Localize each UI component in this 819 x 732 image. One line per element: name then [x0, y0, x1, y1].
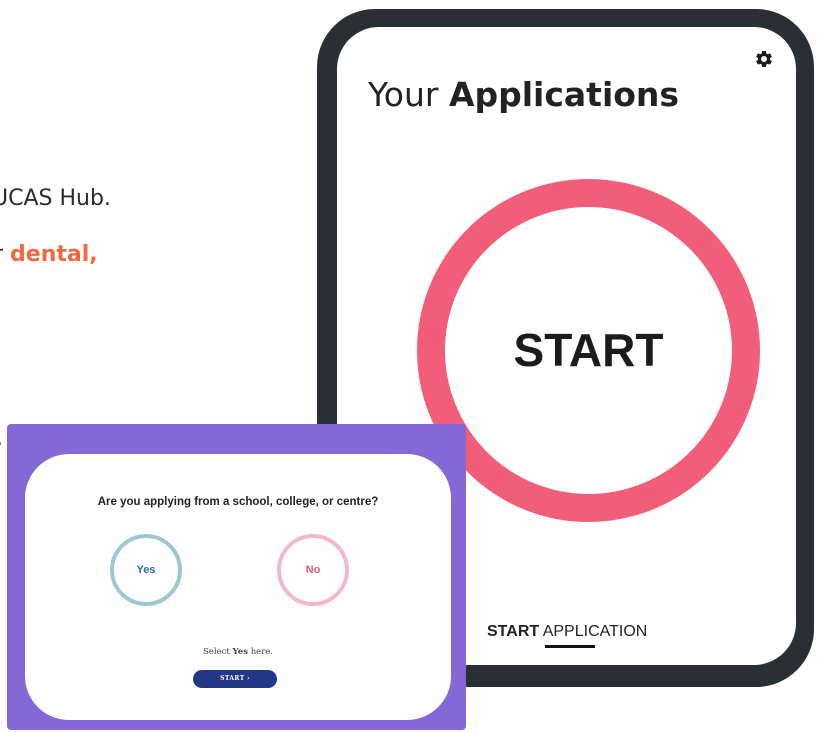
yes-option[interactable]: Yes — [110, 534, 182, 606]
document-text-line: . — [0, 426, 3, 451]
tab-start-application[interactable]: START APPLICATION — [487, 623, 647, 641]
document-text-fragment: . — [0, 426, 3, 451]
embedded-screenshot: Are you applying from a school, college,… — [7, 424, 466, 730]
yes-option-label: Yes — [136, 564, 156, 576]
hint-suffix: here. — [248, 647, 274, 657]
page-title-light: Your — [368, 75, 449, 114]
document-text-fragment: r — [0, 242, 10, 267]
document-text-ucas-hub: UCAS Hub. — [0, 186, 111, 211]
start-button[interactable]: START › — [193, 670, 277, 688]
hint-prefix: Select — [202, 647, 233, 657]
document-text-line: UCAS Hub. — [0, 186, 111, 211]
no-option-label: No — [305, 564, 321, 576]
document-text-dental: dental, — [10, 242, 98, 267]
hint-bold: Yes — [232, 647, 248, 657]
question-panel: Are you applying from a school, college,… — [25, 454, 451, 720]
tab-start-application-rest: APPLICATION — [539, 623, 648, 640]
page-title-bold: Applications — [448, 75, 680, 114]
active-tab-underline — [545, 645, 595, 648]
tab-start-application-bold: START — [487, 623, 540, 640]
question-text: Are you applying from a school, college,… — [97, 496, 379, 508]
page-title: Your Applications — [368, 75, 679, 114]
start-button-label[interactable]: START — [417, 179, 760, 522]
hint-text: Select Yes here. — [25, 647, 451, 657]
no-option[interactable]: No — [277, 534, 349, 606]
gear-icon[interactable] — [754, 49, 774, 69]
document-text-line: r dental, — [0, 242, 98, 267]
